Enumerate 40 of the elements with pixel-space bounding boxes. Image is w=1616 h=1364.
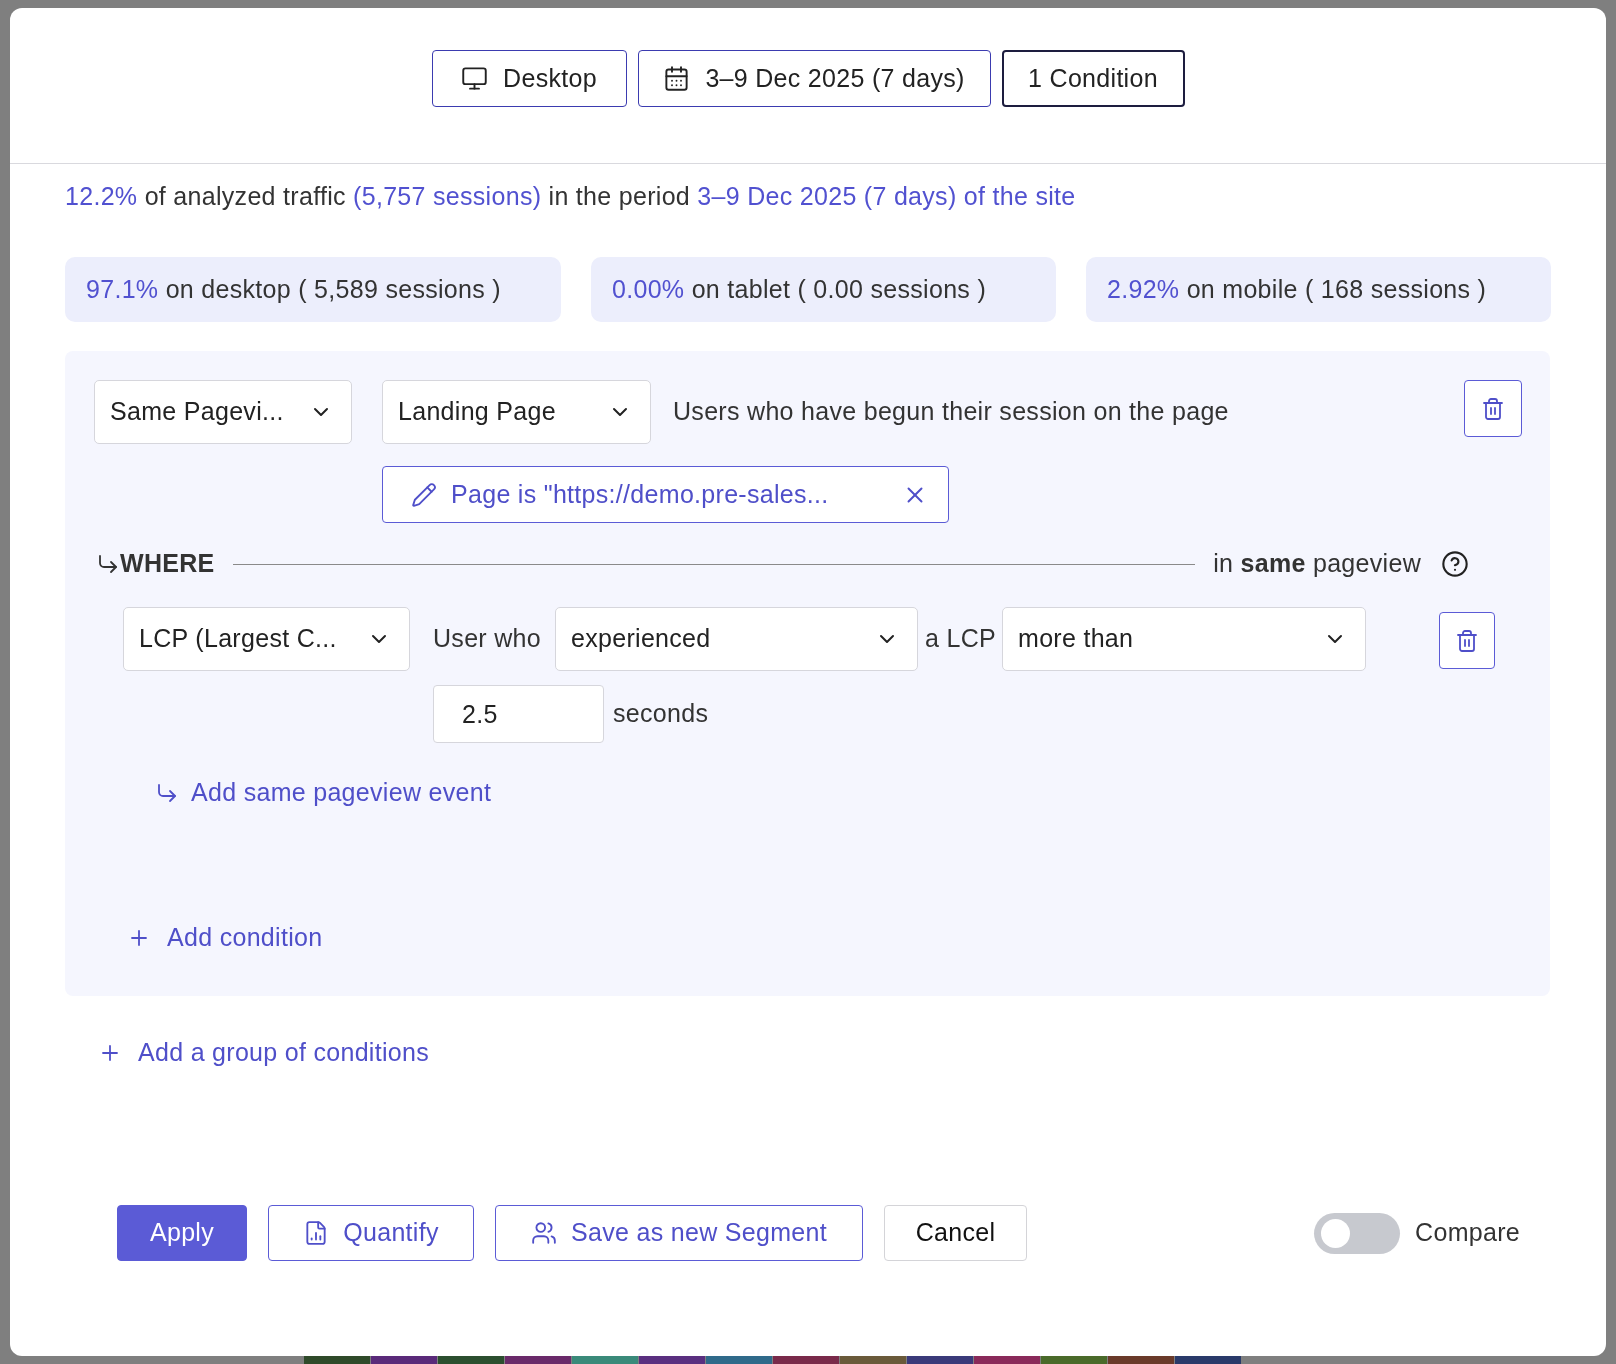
device-stat-text: 2.92% on mobile ( 168 sessions ) xyxy=(1107,273,1487,305)
save-segment-button[interactable]: Save as new Segment xyxy=(495,1205,863,1261)
scope-text: in same pageview xyxy=(1213,548,1421,580)
delete-button[interactable] xyxy=(1464,380,1522,437)
calendar-icon xyxy=(663,65,691,92)
cancel-button[interactable]: Cancel xyxy=(884,1205,1027,1261)
corner-down-right-icon xyxy=(96,552,120,576)
user-who-label: User who xyxy=(433,624,541,652)
users-icon xyxy=(531,1220,558,1246)
event-type-select[interactable]: Same Pagevi... xyxy=(94,380,352,444)
help-icon[interactable] xyxy=(1441,550,1469,578)
unit-label: seconds xyxy=(613,698,709,730)
experience-select[interactable]: experienced xyxy=(555,607,918,671)
where-label: WHERE xyxy=(120,548,215,580)
traffic-summary-text: 12.2% of analyzed traffic (5,757 sessions) in the period 3–9 Dec 2025 (7 days) of the site xyxy=(65,181,1076,212)
value-input[interactable]: 2.5 xyxy=(433,685,604,743)
operator-select[interactable]: more than xyxy=(1002,607,1366,671)
conditions-button[interactable]: 1 Condition xyxy=(1001,50,1185,107)
add-event-link[interactable]: Add same pageview event xyxy=(155,777,492,809)
add-condition-link[interactable]: Add condition xyxy=(127,922,323,954)
metric-label: a LCP xyxy=(925,624,996,652)
trash-icon xyxy=(1455,628,1479,653)
add-group-link[interactable]: Add a group of conditions xyxy=(98,1037,430,1069)
date-range-button[interactable]: 3–9 Dec 2025 (7 days) xyxy=(637,50,991,107)
condition-description: Users who have begun their session on the page xyxy=(673,396,1229,427)
corner-down-right-icon xyxy=(155,781,179,805)
device-stat-text: 0.00% on tablet ( 0.00 sessions ) xyxy=(612,273,986,305)
device-filter-button[interactable]: Desktop xyxy=(431,50,627,107)
page-filter-chip[interactable]: Page is "https://demo.pre-sales... xyxy=(382,466,949,523)
metric-select[interactable]: LCP (Largest C... xyxy=(123,607,410,671)
delete-button[interactable] xyxy=(1439,612,1495,669)
pencil-icon xyxy=(411,481,437,508)
device-stat-text: 97.1% on desktop ( 5,589 sessions ) xyxy=(86,273,501,305)
page-type-select[interactable]: Landing Page xyxy=(382,380,651,444)
trash-icon xyxy=(1481,396,1505,421)
compare-toggle[interactable] xyxy=(1314,1212,1401,1254)
quantify-button[interactable]: Quantify xyxy=(268,1205,474,1261)
compare-label: Compare xyxy=(1415,1217,1520,1249)
monitor-icon xyxy=(461,65,489,92)
apply-button[interactable]: Apply xyxy=(117,1205,247,1261)
